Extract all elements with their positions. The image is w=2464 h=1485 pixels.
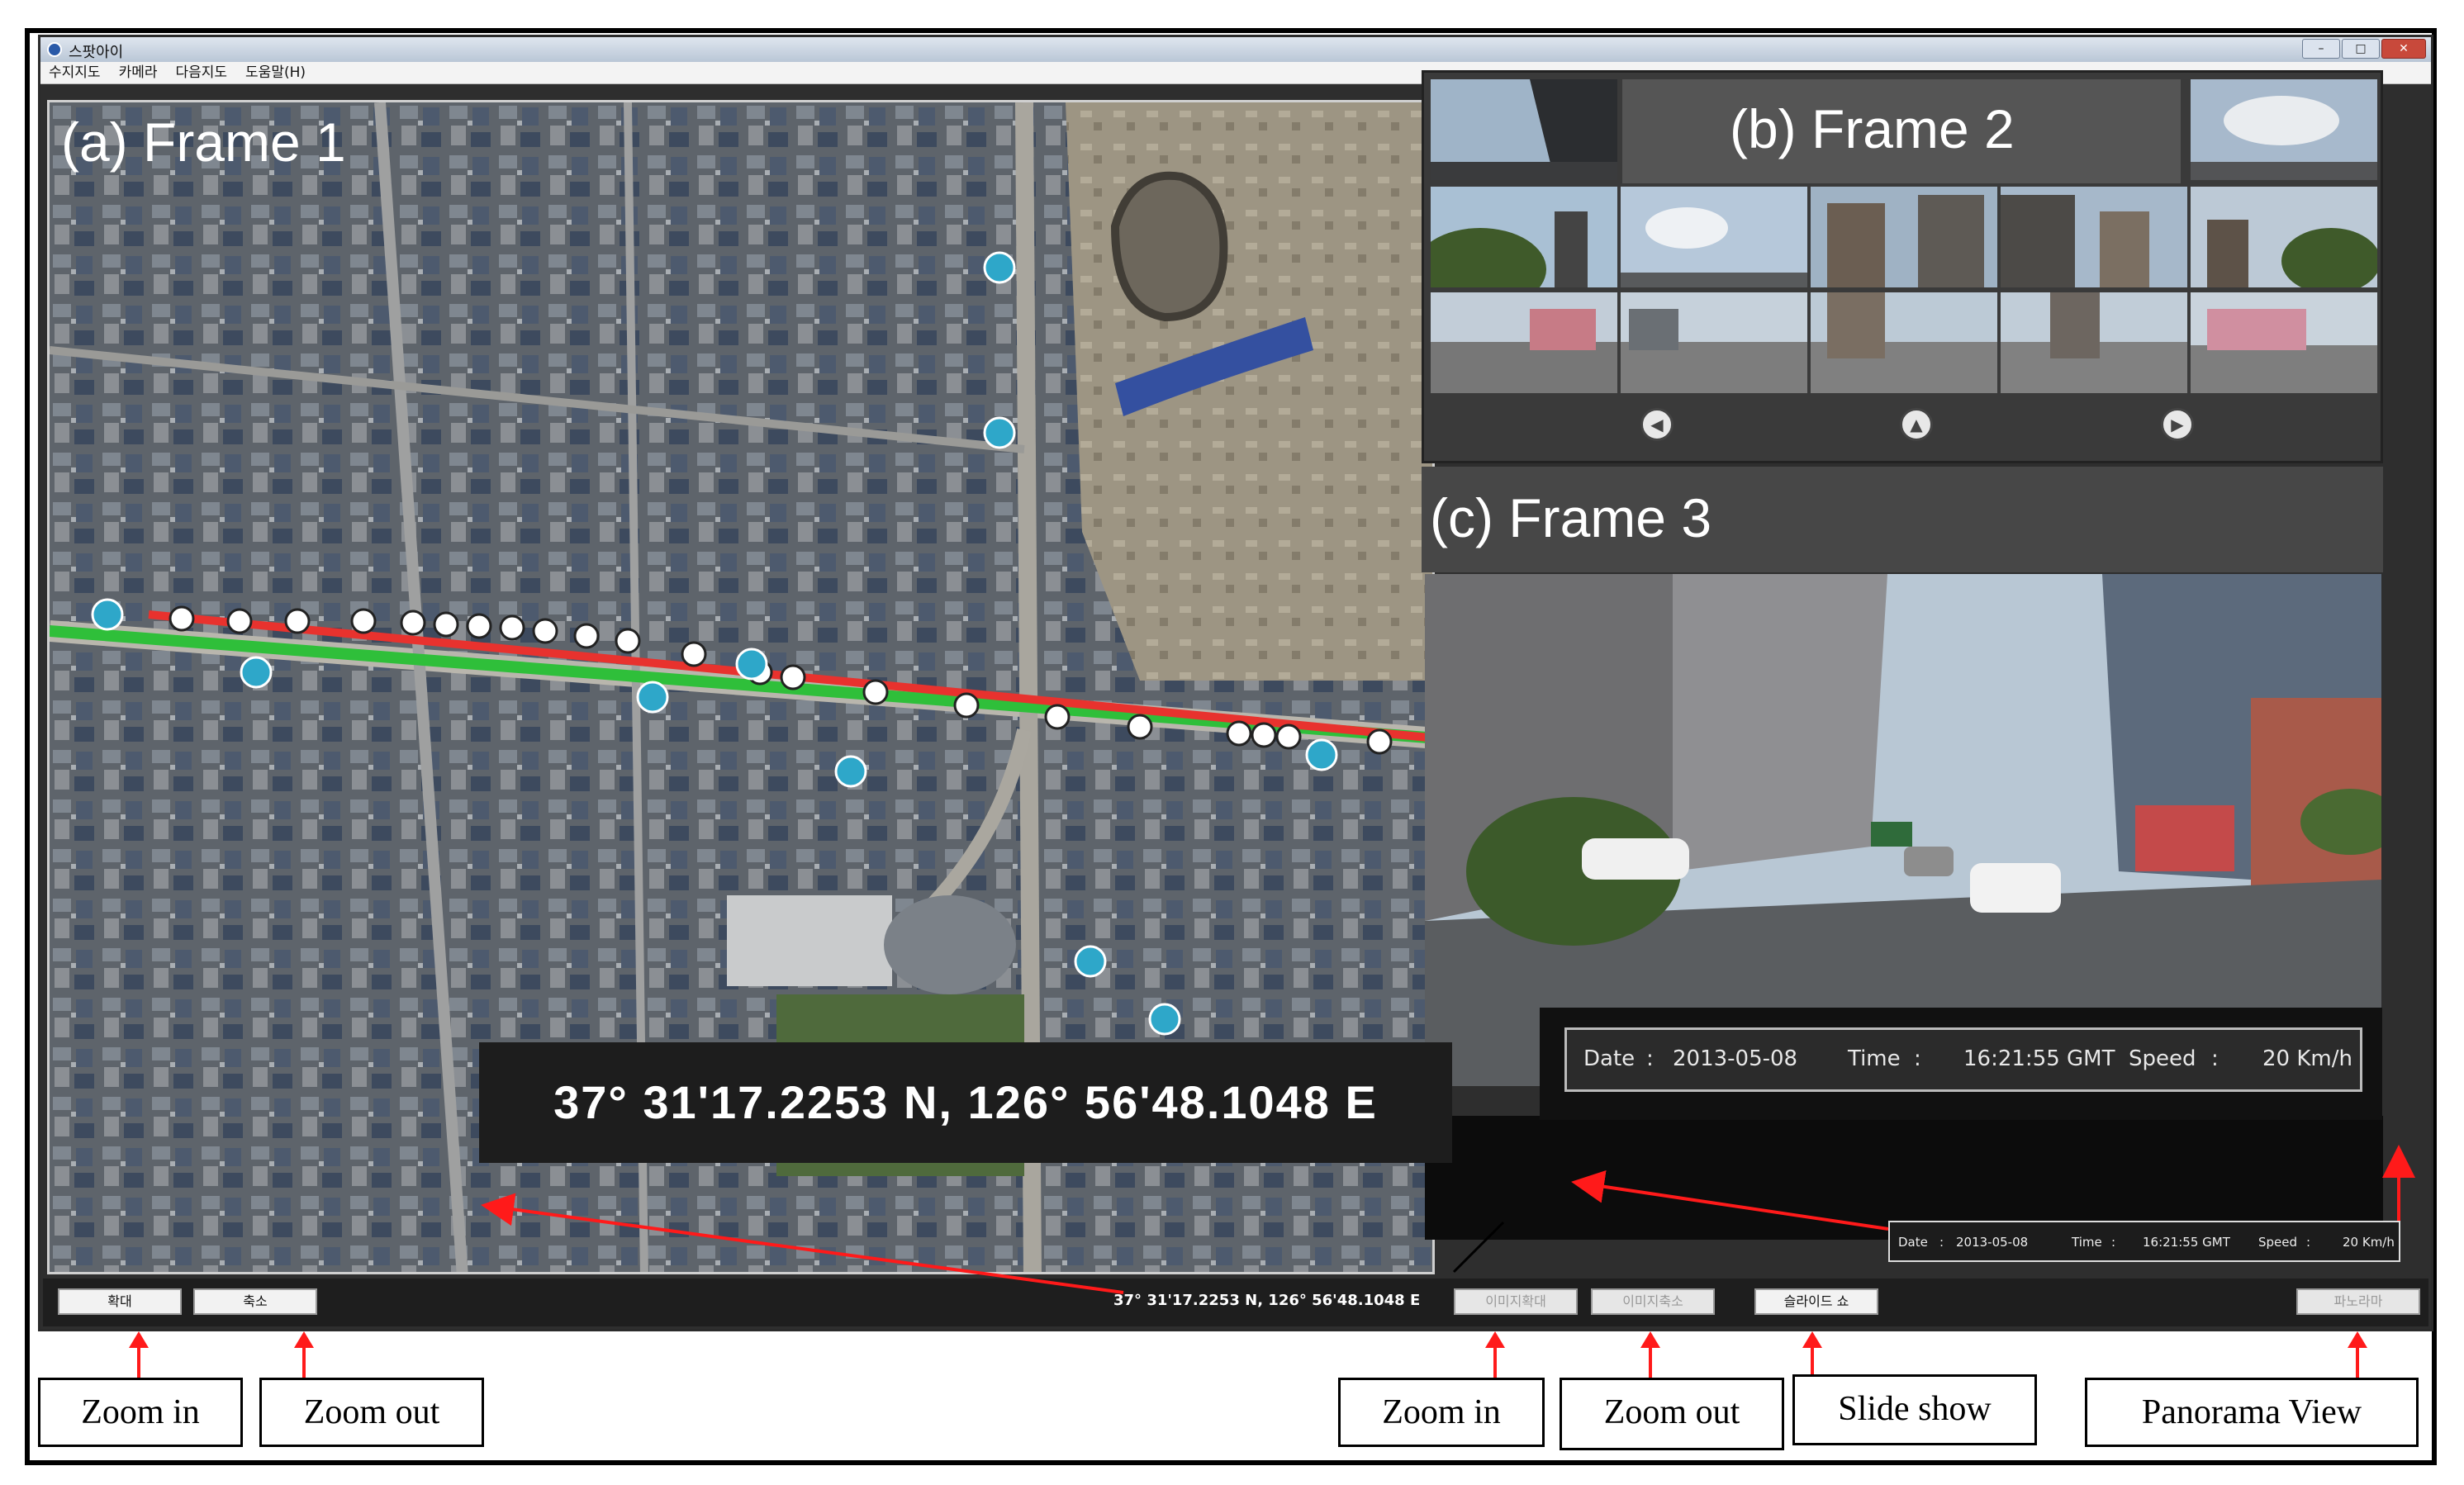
annotation-arrow xyxy=(1640,1331,1660,1378)
annotation-panorama: Panorama View xyxy=(2085,1378,2419,1447)
annotation-zoom-in: Zoom in xyxy=(38,1378,243,1447)
annotation-arrow xyxy=(129,1331,149,1378)
annotation-zoom-out: Zoom out xyxy=(259,1378,484,1447)
annotation-slideshow: Slide show xyxy=(1792,1374,2037,1445)
annotation-image-zoom-out: Zoom out xyxy=(1560,1378,1784,1450)
annotation-image-zoom-in: Zoom in xyxy=(1338,1378,1545,1447)
annotation-connectors xyxy=(481,1145,2415,1294)
annotation-arrow xyxy=(1802,1331,1822,1378)
annotation-arrow xyxy=(1485,1331,1505,1378)
annotation-arrow xyxy=(2348,1331,2367,1378)
annotation-arrow xyxy=(294,1331,314,1378)
